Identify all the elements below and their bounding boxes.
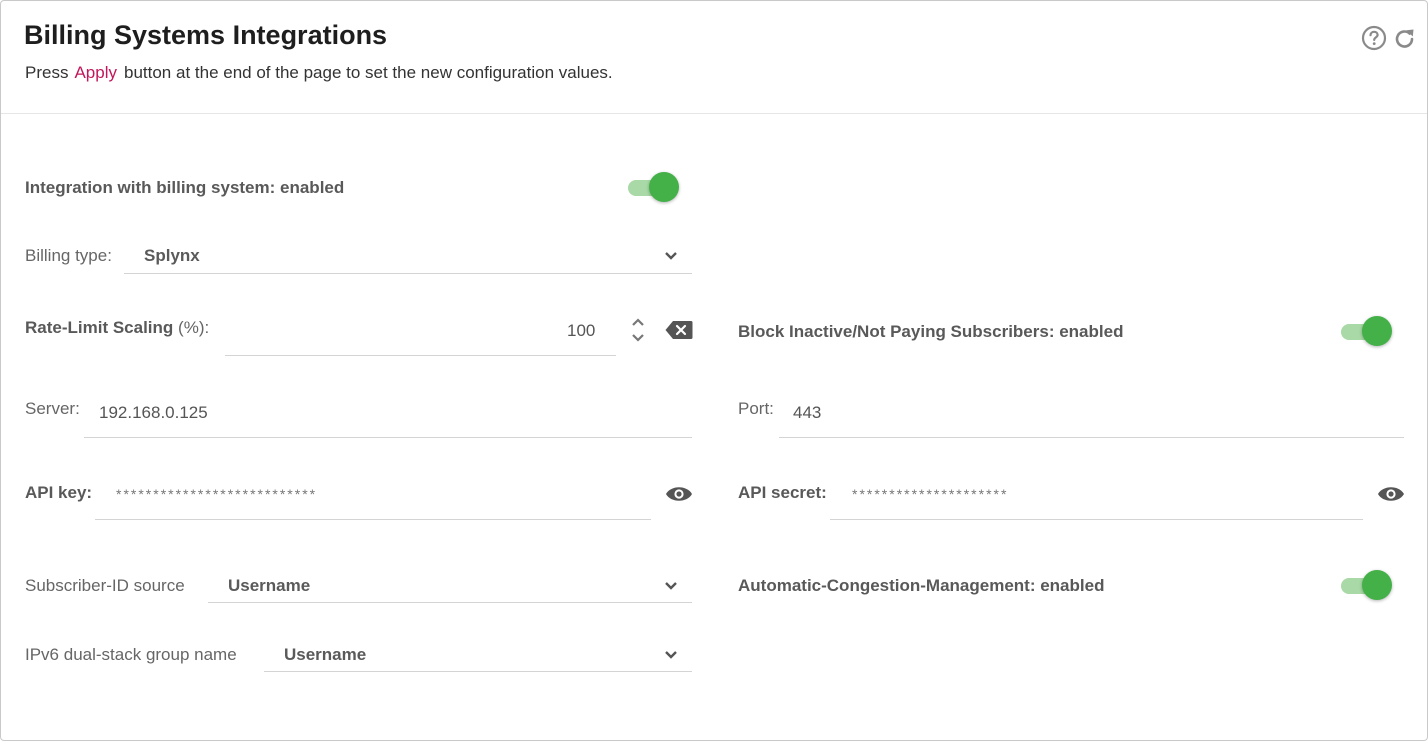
subscriber-id-underline bbox=[208, 602, 692, 603]
api-secret-input[interactable]: ********************* bbox=[852, 486, 1008, 502]
ipv6-group-underline bbox=[264, 671, 692, 672]
integration-toggle[interactable] bbox=[626, 171, 682, 203]
api-secret-label: API secret: bbox=[738, 483, 827, 502]
billing-type-select[interactable]: Splynx bbox=[144, 246, 200, 266]
chevron-down-icon[interactable] bbox=[664, 581, 678, 591]
block-inactive-label: Block Inactive/Not Paying Subscribers: e… bbox=[738, 322, 1124, 341]
block-inactive-toggle[interactable] bbox=[1339, 315, 1395, 347]
help-circle-icon[interactable] bbox=[1361, 25, 1387, 56]
chevron-down-icon[interactable] bbox=[664, 650, 678, 660]
subtitle-pre: Press bbox=[25, 63, 69, 82]
server-underline bbox=[84, 437, 692, 438]
toggle-knob bbox=[1362, 570, 1392, 600]
billing-type-underline bbox=[124, 273, 692, 274]
congestion-label: Automatic-Congestion-Management: enabled bbox=[738, 576, 1105, 595]
api-key-input[interactable]: *************************** bbox=[116, 486, 317, 502]
rate-limit-label: Rate-Limit Scaling (%): bbox=[25, 318, 209, 338]
rate-limit-input[interactable]: 100 bbox=[567, 321, 595, 341]
eye-icon[interactable] bbox=[665, 485, 693, 503]
backspace-clear-icon[interactable] bbox=[665, 320, 693, 340]
integration-label: Integration with billing system: enabled bbox=[25, 178, 345, 197]
rate-limit-label-bold: Rate-Limit Scaling bbox=[25, 318, 174, 337]
refresh-icon[interactable] bbox=[1393, 25, 1417, 56]
subscriber-id-label: Subscriber-ID source bbox=[25, 576, 185, 595]
port-underline bbox=[779, 437, 1404, 438]
toggle-knob bbox=[1362, 316, 1392, 346]
rate-limit-underline bbox=[225, 355, 616, 356]
server-label: Server: bbox=[25, 399, 80, 418]
page-subtitle: Press Apply button at the end of the page … bbox=[25, 63, 613, 83]
api-key-label: API key: bbox=[25, 483, 93, 502]
port-label: Port: bbox=[738, 399, 774, 418]
api-secret-underline bbox=[830, 519, 1363, 520]
congestion-toggle[interactable] bbox=[1339, 569, 1395, 601]
billing-integrations-card: Billing Systems Integrations Press Apply b… bbox=[0, 0, 1428, 741]
ipv6-group-label: IPv6 dual-stack group name bbox=[25, 645, 237, 664]
chevron-down-icon[interactable] bbox=[664, 251, 678, 261]
port-input[interactable]: 443 bbox=[793, 403, 821, 423]
rate-limit-label-unit: (%): bbox=[173, 318, 210, 337]
page-header: Billing Systems Integrations Press Apply b… bbox=[1, 1, 1427, 114]
eye-icon[interactable] bbox=[1377, 485, 1405, 503]
number-stepper-icon[interactable] bbox=[630, 317, 646, 343]
billing-type-label: Billing type: bbox=[25, 246, 112, 265]
api-key-underline bbox=[95, 519, 651, 520]
toggle-knob bbox=[649, 172, 679, 202]
page-title: Billing Systems Integrations bbox=[24, 20, 388, 50]
subtitle-post: button at the end of the page to set the… bbox=[124, 63, 613, 82]
subscriber-id-select[interactable]: Username bbox=[228, 576, 310, 596]
apply-reference: Apply bbox=[74, 63, 117, 82]
ipv6-group-select[interactable]: Username bbox=[284, 645, 366, 665]
server-input[interactable]: 192.168.0.125 bbox=[99, 403, 208, 423]
